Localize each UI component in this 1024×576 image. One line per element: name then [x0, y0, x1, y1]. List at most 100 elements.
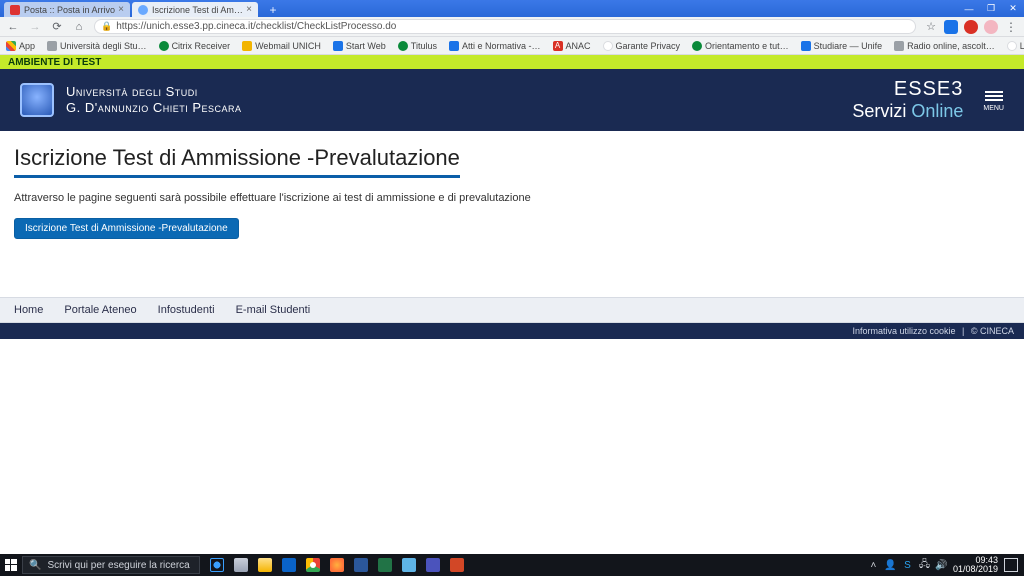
- word-icon[interactable]: [350, 554, 372, 576]
- maximize-button[interactable]: ❐: [980, 0, 1002, 17]
- bookmark-item[interactable]: Università degli Stu…: [47, 41, 147, 51]
- close-icon[interactable]: ×: [118, 4, 124, 15]
- excel-icon[interactable]: [374, 554, 396, 576]
- tab-title: Iscrizione Test di Ammissione -P: [152, 5, 246, 15]
- menu-button[interactable]: MENU: [983, 89, 1004, 112]
- apps-icon: [6, 41, 16, 51]
- home-button[interactable]: ⌂: [72, 20, 86, 34]
- reload-button[interactable]: ⟳: [50, 20, 64, 34]
- system-tray: ˄ 👤 S 🖧 🔊 09:43 01/08/2019: [868, 556, 1024, 574]
- page-title: Iscrizione Test di Ammissione -Prevaluta…: [14, 145, 460, 178]
- bookmark-label: Studiare — Unife: [814, 41, 883, 51]
- footer-link-portale[interactable]: Portale Ateneo: [64, 304, 136, 316]
- new-tab-button[interactable]: +: [264, 3, 282, 17]
- bookmark-item[interactable]: Garante Privacy: [603, 41, 681, 51]
- cookie-link[interactable]: Informativa utilizzo cookie: [852, 326, 955, 336]
- tray-skype-icon[interactable]: S: [902, 560, 913, 571]
- footer-link-infostudenti[interactable]: Infostudenti: [158, 304, 215, 316]
- tray-chevron-icon[interactable]: ˄: [868, 560, 879, 571]
- bookmark-item[interactable]: Radio online, ascolt…: [894, 41, 995, 51]
- extensions-area: ☆ ⋮: [924, 20, 1018, 34]
- bookmark-label: Linee guida del Gar…: [1020, 41, 1024, 51]
- service-brand: ESSE3 Servizi Online: [852, 78, 963, 122]
- start-button[interactable]: [0, 554, 22, 576]
- browser-menu-button[interactable]: ⋮: [1004, 20, 1018, 34]
- bookmark-label: Orientamento e tut…: [705, 41, 789, 51]
- bookmark-item[interactable]: Studiare — Unife: [801, 41, 883, 51]
- apps-label: App: [19, 41, 35, 51]
- bookmark-item[interactable]: Titulus: [398, 41, 437, 51]
- lock-icon: 🔒: [101, 21, 112, 32]
- bookmark-item[interactable]: AANAC: [553, 41, 591, 51]
- bookmark-item[interactable]: Citrix Receiver: [159, 41, 231, 51]
- tray-volume-icon[interactable]: 🔊: [936, 560, 947, 571]
- bookmark-label: Titulus: [411, 41, 437, 51]
- bookmark-label: Start Web: [346, 41, 386, 51]
- powerpoint-icon[interactable]: [446, 554, 468, 576]
- university-logo-icon[interactable]: [20, 83, 54, 117]
- browser-tab-2[interactable]: Iscrizione Test di Ammissione -P ×: [132, 2, 258, 17]
- minimize-button[interactable]: —: [958, 0, 980, 17]
- extension-icon[interactable]: [964, 20, 978, 34]
- browser-tab-1[interactable]: Posta :: Posta in Arrivo ×: [4, 2, 130, 17]
- bookmark-item[interactable]: Linee guida del Gar…: [1007, 41, 1024, 51]
- tray-people-icon[interactable]: 👤: [885, 560, 896, 571]
- mail-favicon-icon: [10, 5, 20, 15]
- task-view-icon[interactable]: [230, 554, 252, 576]
- footer-link-home[interactable]: Home: [14, 304, 43, 316]
- cineca-copyright: © CINECA: [971, 326, 1014, 336]
- bookmark-favicon-icon: A: [553, 41, 563, 51]
- footer-links: Home Portale Ateneo Infostudenti E-mail …: [0, 297, 1024, 323]
- bookmark-favicon-icon: [47, 41, 57, 51]
- bookmark-favicon-icon: [449, 41, 459, 51]
- bookmark-favicon-icon: [1007, 41, 1017, 51]
- cineca-bar: Informativa utilizzo cookie | © CINECA: [0, 323, 1024, 339]
- clock-date: 01/08/2019: [953, 565, 998, 574]
- window-controls: — ❐ ✕: [958, 0, 1024, 17]
- bookmark-label: ANAC: [566, 41, 591, 51]
- file-explorer-icon[interactable]: [254, 554, 276, 576]
- taskbar-app-icon[interactable]: [398, 554, 420, 576]
- bookmark-label: Citrix Receiver: [172, 41, 231, 51]
- windows-logo-icon: [5, 559, 17, 571]
- url-input[interactable]: 🔒 https://unich.esse3.pp.cineca.it/check…: [94, 19, 916, 34]
- site-favicon-icon: [138, 5, 148, 15]
- university-name: Università degli Studi G. D'annunzio Chi…: [66, 84, 242, 115]
- footer-link-email[interactable]: E-mail Studenti: [236, 304, 311, 316]
- hamburger-icon: [985, 89, 1003, 103]
- start-enrollment-button[interactable]: Iscrizione Test di Ammissione -Prevaluta…: [14, 218, 239, 239]
- taskbar-search[interactable]: 🔍 Scrivi qui per eseguire la ricerca: [22, 556, 200, 574]
- browser-tabs-bar: Posta :: Posta in Arrivo × Iscrizione Te…: [0, 0, 1024, 17]
- tray-network-icon[interactable]: 🖧: [919, 560, 930, 571]
- edge-icon[interactable]: [278, 554, 300, 576]
- bookmark-item[interactable]: Start Web: [333, 41, 386, 51]
- site-header: Università degli Studi G. D'annunzio Chi…: [0, 69, 1024, 131]
- bookmark-favicon-icon: [333, 41, 343, 51]
- back-button[interactable]: ←: [6, 20, 20, 34]
- chrome-icon[interactable]: [302, 554, 324, 576]
- teams-icon[interactable]: [422, 554, 444, 576]
- intro-text: Attraverso le pagine seguenti sarà possi…: [14, 192, 1010, 204]
- bookmark-favicon-icon: [692, 41, 702, 51]
- search-placeholder: Scrivi qui per eseguire la ricerca: [47, 560, 189, 571]
- tab-title: Posta :: Posta in Arrivo: [24, 5, 118, 15]
- bookmark-item[interactable]: Webmail UNICH: [242, 41, 321, 51]
- bookmark-label: Garante Privacy: [616, 41, 681, 51]
- close-window-button[interactable]: ✕: [1002, 0, 1024, 17]
- bookmark-label: Webmail UNICH: [255, 41, 321, 51]
- action-center-icon[interactable]: [1004, 558, 1018, 572]
- extension-icon[interactable]: [944, 20, 958, 34]
- bookmark-item[interactable]: Atti e Normativa -…: [449, 41, 541, 51]
- cortana-icon[interactable]: [206, 554, 228, 576]
- bookmark-item[interactable]: Orientamento e tut…: [692, 41, 789, 51]
- profile-avatar-icon[interactable]: [984, 20, 998, 34]
- bookmark-star-icon[interactable]: ☆: [924, 20, 938, 34]
- firefox-icon[interactable]: [326, 554, 348, 576]
- bookmark-label: Radio online, ascolt…: [907, 41, 995, 51]
- separator: |: [960, 326, 967, 336]
- taskbar-clock[interactable]: 09:43 01/08/2019: [953, 556, 998, 574]
- apps-button[interactable]: App: [6, 41, 35, 51]
- brand-servizi-online: Servizi Online: [852, 101, 963, 122]
- close-icon[interactable]: ×: [246, 4, 252, 15]
- forward-button[interactable]: →: [28, 20, 42, 34]
